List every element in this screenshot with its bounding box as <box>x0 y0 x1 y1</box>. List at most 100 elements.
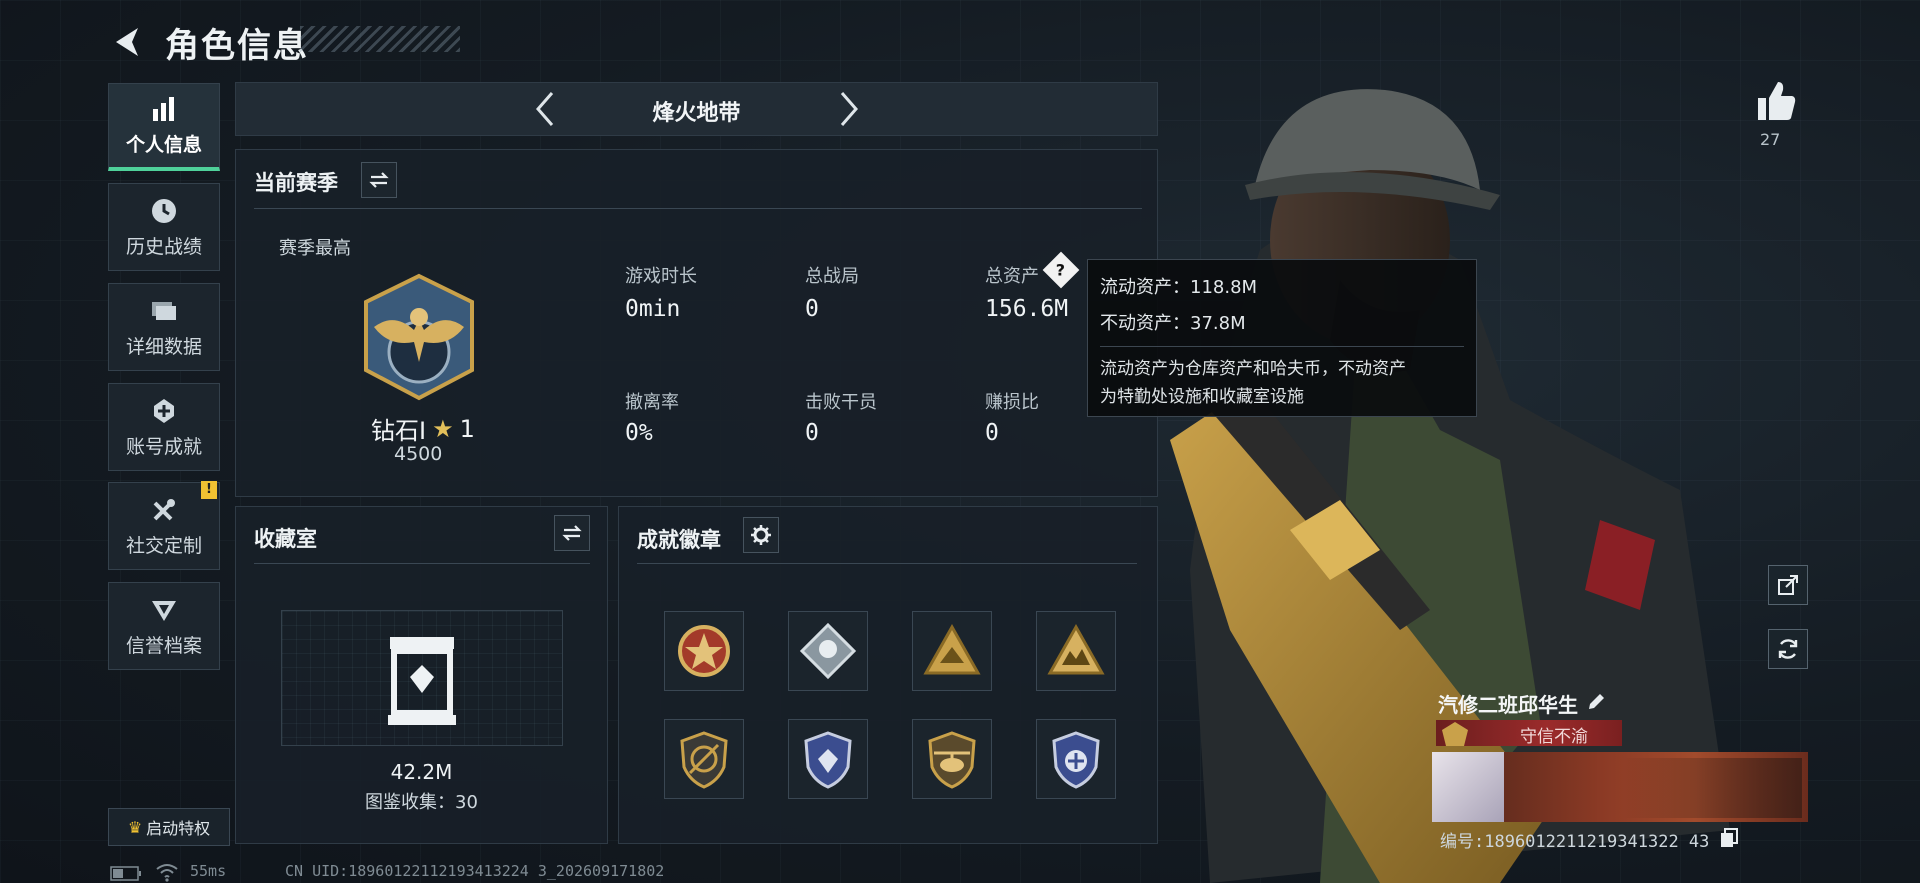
shield-slash-icon <box>680 731 728 789</box>
diamond-rank-emblem-icon <box>364 273 474 401</box>
folder-icon <box>152 301 176 320</box>
rank-name: 钻石Ⅰ <box>371 417 427 445</box>
swap-collection-button[interactable] <box>554 515 590 551</box>
badge-slot[interactable] <box>664 719 744 799</box>
emblem-icon <box>152 600 176 621</box>
divider <box>254 208 1142 209</box>
question-icon: ? <box>1056 260 1066 280</box>
wifi-icon <box>156 864 178 882</box>
blue-shield-icon <box>804 731 852 789</box>
player-title: 守信不渝 <box>1520 727 1588 747</box>
star-medal-icon <box>678 625 730 677</box>
sidebar-item-social[interactable]: ! 社交定制 <box>108 481 220 570</box>
badge-slot[interactable] <box>1036 611 1116 691</box>
badge-slot[interactable] <box>788 611 868 691</box>
sidebar-item-label: 历史战绩 <box>125 235 202 258</box>
sidebar-item-label: 信誉档案 <box>125 634 202 657</box>
stat-label: 总资产 <box>985 266 1039 287</box>
crown-icon: ♛ <box>127 817 143 837</box>
bar-chart-icon <box>153 97 174 121</box>
share-icon <box>1778 575 1798 595</box>
sidebar-item-achievements[interactable]: 账号成就 <box>108 383 220 471</box>
divider <box>254 563 590 564</box>
clock-icon <box>152 198 176 223</box>
display-case-icon <box>388 637 456 725</box>
stat-value: 0 <box>805 420 819 446</box>
badge-slot[interactable] <box>1036 719 1116 799</box>
back-arrow-icon[interactable] <box>108 22 148 62</box>
title-decoration <box>300 26 460 52</box>
gear-icon <box>751 525 771 545</box>
swap-season-button[interactable] <box>361 162 397 198</box>
stat-label: 游戏时长 <box>625 266 697 287</box>
rank-line: 钻石Ⅰ ★ 1 <box>371 411 475 446</box>
chevron-right-icon[interactable] <box>828 89 868 129</box>
collection-panel: 收藏室 42.2M 图鉴收集：30 <box>235 506 608 844</box>
perk-button-label: 启动特权 <box>146 819 211 838</box>
tooltip-desc-2: 为特勤处设施和收藏室设施 <box>1100 387 1304 407</box>
avatar[interactable] <box>1432 752 1504 822</box>
stat-label: 赚损比 <box>985 392 1039 413</box>
name-card[interactable] <box>1432 752 1808 822</box>
sidebar-item-reputation[interactable]: 信誉档案 <box>108 582 220 670</box>
uid-text: CN UID:18960122112193413224 3_2026091718… <box>285 862 665 880</box>
like-count: 27 <box>1760 130 1781 149</box>
like-thumb-icon[interactable] <box>1752 78 1798 124</box>
rank-points: 4500 <box>394 443 443 465</box>
stat-label: 击败干员 <box>805 392 877 413</box>
stat-value: 0 <box>985 420 999 446</box>
tooltip-desc-1: 流动资产为仓库资产和哈夫币，不动资产 <box>1100 359 1406 379</box>
badge-slot[interactable] <box>912 719 992 799</box>
share-button[interactable] <box>1768 565 1808 605</box>
divider <box>1100 346 1464 347</box>
badge-panel: 成就徽章 <box>618 506 1158 844</box>
badge-panel-title: 成就徽章 <box>637 528 721 552</box>
copy-icon[interactable] <box>1720 828 1738 848</box>
player-name: 汽修二班邱华生 <box>1438 693 1578 717</box>
collection-value: 42.2M <box>390 760 453 784</box>
blue-badge-icon <box>1052 731 1100 789</box>
season-panel-title: 当前赛季 <box>254 171 338 195</box>
season-panel: 当前赛季 赛季最高 钻石Ⅰ ★ 1 4500 游戏时长 0min 总战局 0 总… <box>235 149 1158 497</box>
swap-icon <box>369 172 389 188</box>
sidebar-item-personal-info[interactable]: 个人信息 <box>108 83 220 171</box>
stat-label: 总战局 <box>805 266 859 287</box>
stat-label: 撤离率 <box>625 392 679 413</box>
player-id: 编号:1896012211219341322 43 <box>1440 832 1710 852</box>
tools-icon <box>153 498 175 520</box>
tooltip-fixed: 不动资产：37.8M <box>1100 313 1246 334</box>
mode-name: 烽火地带 <box>652 101 741 126</box>
refresh-icon <box>1778 639 1798 659</box>
sidebar-item-label: 详细数据 <box>125 335 202 358</box>
divider <box>637 563 1137 564</box>
sidebar-item-label: 个人信息 <box>125 134 202 156</box>
tooltip-liquid: 流动资产：118.8M <box>1100 277 1258 298</box>
sidebar-item-label: 社交定制 <box>125 534 202 557</box>
help-button[interactable]: ? <box>1042 251 1080 289</box>
stat-value: 156.6M <box>985 296 1069 322</box>
card-art <box>1622 758 1802 818</box>
mode-selector: 烽火地带 <box>235 82 1158 136</box>
badge-slot[interactable] <box>664 611 744 691</box>
achievement-icon <box>154 398 174 423</box>
sidebar-item-history[interactable]: 历史战绩 <box>108 183 220 271</box>
perk-button[interactable]: ♛ 启动特权 <box>108 808 230 846</box>
page-title: 角色信息 <box>165 26 309 66</box>
refresh-button[interactable] <box>1768 629 1808 669</box>
alert-badge: ! <box>201 481 217 499</box>
asset-tooltip: 流动资产：118.8M 不动资产：37.8M 流动资产为仓库资产和哈夫币，不动资… <box>1087 259 1477 417</box>
sidebar-item-label: 账号成就 <box>125 435 202 458</box>
edit-pencil-icon[interactable] <box>1586 692 1606 712</box>
helicopter-shield-icon <box>928 731 976 789</box>
stat-value: 0min <box>625 296 681 322</box>
sidebar-item-details[interactable]: 详细数据 <box>108 283 220 371</box>
swap-icon <box>562 525 582 541</box>
season-best-label: 赛季最高 <box>279 238 351 259</box>
badge-slot[interactable] <box>788 719 868 799</box>
ping-value: 55ms <box>190 862 227 880</box>
badge-settings-button[interactable] <box>743 517 779 553</box>
badge-slot[interactable] <box>912 611 992 691</box>
stat-value: 0 <box>805 296 819 322</box>
stat-value: 0% <box>625 420 653 446</box>
reputation-emblem-icon <box>1442 722 1468 746</box>
